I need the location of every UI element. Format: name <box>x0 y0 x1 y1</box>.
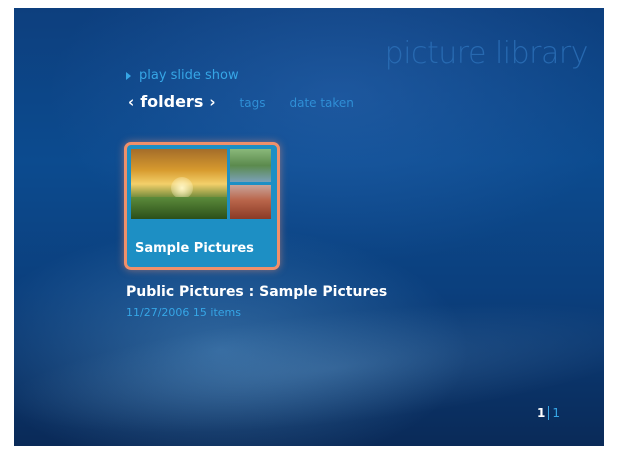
thumbnail-landscape <box>230 149 271 182</box>
folder-path: Public Pictures : Sample Pictures <box>126 284 388 300</box>
tab-folders-label: folders <box>140 92 204 111</box>
play-slide-show-label: play slide show <box>139 68 239 83</box>
media-center-screen: picture library play slide show ‹ folder… <box>14 8 604 446</box>
sun-glow <box>171 177 193 199</box>
hills <box>131 197 227 219</box>
play-icon <box>126 71 131 80</box>
tab-tags[interactable]: tags <box>240 96 266 110</box>
pager: 1 1 <box>537 406 560 420</box>
page-title: picture library <box>384 36 589 71</box>
folder-tile-sample-pictures[interactable]: Sample Pictures <box>124 142 280 270</box>
pager-divider <box>548 406 550 420</box>
tab-folders[interactable]: ‹ folders › <box>128 92 216 111</box>
tab-date-taken[interactable]: date taken <box>289 96 353 110</box>
folder-meta: 11/27/2006 15 items <box>126 306 241 319</box>
view-nav: ‹ folders › tags date taken <box>128 92 354 111</box>
pager-current: 1 <box>537 406 546 420</box>
play-slide-show-button[interactable]: play slide show <box>126 68 239 83</box>
thumbnail-canyon <box>230 185 271 219</box>
chevron-right-icon[interactable]: › <box>209 93 215 111</box>
thumbnail-autumn-tree <box>131 149 227 219</box>
pager-total: 1 <box>552 406 560 420</box>
folder-tile-label: Sample Pictures <box>135 241 254 256</box>
chevron-left-icon[interactable]: ‹ <box>128 93 134 111</box>
